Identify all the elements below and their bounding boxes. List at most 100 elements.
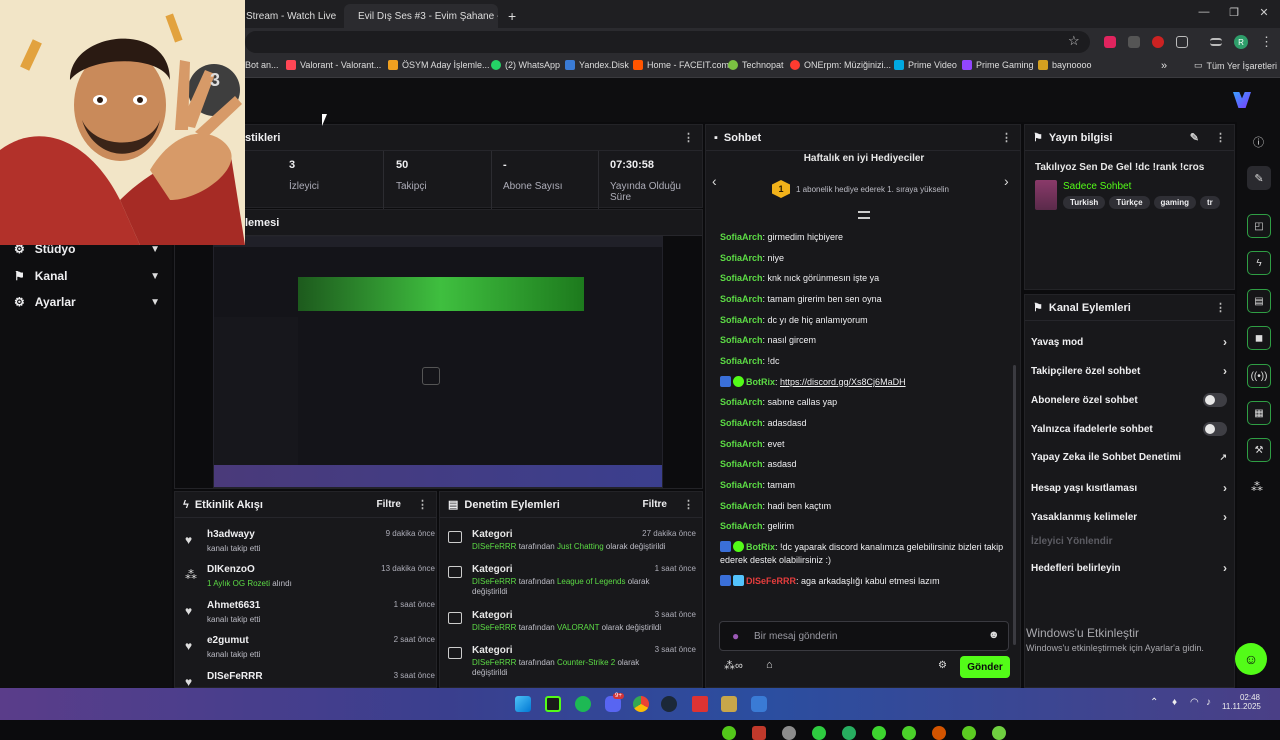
chevron-left-icon[interactable]: ‹	[712, 173, 717, 189]
event-user[interactable]: h3adwayy	[207, 529, 255, 540]
kebab-icon[interactable]: ⋮	[683, 498, 694, 511]
kebab-icon[interactable]: ⋮	[1215, 301, 1226, 314]
emote-icon[interactable]	[782, 726, 796, 740]
event-user[interactable]: DIKenzoO	[207, 564, 255, 575]
help-chat-button[interactable]: ☺	[1235, 643, 1267, 675]
bookmark-item[interactable]: Prime Video	[894, 60, 957, 70]
emote-icon[interactable]	[842, 726, 856, 740]
logo-icon[interactable]	[1233, 92, 1251, 108]
event-user[interactable]: Ahmet6631	[207, 600, 260, 611]
maximize-icon[interactable]: ❐	[1224, 6, 1244, 19]
browser-tab-active[interactable]: Evil Dış Ses #3 - Evim Şahane - ✕	[344, 4, 498, 28]
bookmark-item[interactable]: ONErpm: Müziğinizi...	[790, 60, 891, 70]
wrench-icon[interactable]: ⚒	[1247, 438, 1271, 462]
category-thumbnail[interactable]	[1035, 180, 1057, 210]
setting-slow-mode[interactable]: Yavaş mod ›	[1031, 335, 1227, 349]
event-user[interactable]: DISeFeRRR	[207, 671, 263, 682]
bookmark-item[interactable]: Yandex.Disk	[565, 60, 629, 70]
stream-preview-video[interactable]	[213, 236, 663, 488]
setting-banned-words[interactable]: Yasaklanmış kelimeler ›	[1031, 510, 1227, 524]
chat-username[interactable]: BotRix	[746, 542, 775, 552]
action-user[interactable]: DISeFeRRR	[472, 658, 516, 667]
bookmark-item[interactable]: Home - FACEIT.com	[633, 60, 729, 70]
lightning-icon[interactable]: ϟ	[1247, 251, 1271, 275]
media-icon[interactable]	[1210, 38, 1222, 46]
bookmark-item[interactable]: (2) WhatsApp	[491, 60, 560, 70]
new-tab-button[interactable]: +	[500, 4, 524, 28]
setting-goals[interactable]: Hedefleri belirleyin ›	[1031, 561, 1227, 575]
chat-username[interactable]: SofiaArch	[720, 294, 763, 304]
pencil-icon[interactable]: ✎	[1247, 166, 1271, 190]
chat-username[interactable]: SofiaArch	[720, 501, 763, 511]
bookmark-item[interactable]: Technopat	[728, 60, 784, 70]
emote-icon[interactable]	[962, 726, 976, 740]
sidebar-item-channel[interactable]: ⚑ Kanal ▼	[14, 269, 160, 283]
action-user[interactable]: DISeFeRRR	[472, 577, 516, 586]
windows-start-icon[interactable]	[515, 696, 531, 712]
chat-username[interactable]: BotRix	[746, 377, 775, 387]
bookmark-item[interactable]: Prime Gaming	[962, 60, 1034, 70]
chat-link[interactable]: https://discord.gg/Xs8Cj6MaDH	[780, 377, 906, 387]
setting-account-age[interactable]: Hesap yaşı kısıtlaması ›	[1031, 481, 1227, 495]
extension-icon[interactable]	[1128, 36, 1140, 48]
sidebar-item-settings[interactable]: ⚙ Ayarlar ▼	[14, 295, 160, 309]
kebab-icon[interactable]: ⋮	[1215, 131, 1226, 144]
tag[interactable]: gaming	[1153, 196, 1196, 209]
emote-icon[interactable]	[752, 726, 766, 740]
layout-icon[interactable]: ▦	[1247, 401, 1271, 425]
emote-icon[interactable]	[992, 726, 1006, 740]
action-user[interactable]: DISeFeRRR	[472, 542, 516, 551]
avatar[interactable]: R	[1234, 35, 1248, 49]
lol-icon[interactable]	[721, 696, 737, 712]
chevron-up-icon[interactable]: ⌃	[1150, 697, 1158, 708]
all-bookmarks-button[interactable]: ▭ Tüm Yer İşaretleri	[1194, 60, 1277, 71]
chat-username[interactable]: SofiaArch	[720, 480, 763, 490]
clip-icon[interactable]: ◰	[1247, 214, 1271, 238]
event-user[interactable]: e2gumut	[207, 635, 249, 646]
bookmark-item[interactable]: ÖSYM Aday İşlemle...	[388, 60, 490, 70]
chat-username[interactable]: SofiaArch	[720, 253, 763, 263]
chat-username[interactable]: SofiaArch	[720, 418, 763, 428]
badges-icon[interactable]: ⁂∞	[724, 659, 743, 672]
chat-username[interactable]: SofiaArch	[720, 439, 763, 449]
setting-followers-only[interactable]: Takipçilere özel sohbet ›	[1031, 364, 1227, 378]
send-button[interactable]: Gönder	[960, 656, 1010, 678]
chat-bubble-icon[interactable]: ◼	[1247, 326, 1271, 350]
badges-icon[interactable]: ⁂	[1251, 480, 1263, 494]
spotify-icon[interactable]	[575, 696, 591, 712]
chat-username[interactable]: SofiaArch	[720, 232, 763, 242]
emote-icon[interactable]	[902, 726, 916, 740]
kick-app-icon[interactable]	[545, 696, 561, 712]
microphone-icon[interactable]: ●	[732, 629, 739, 643]
tag[interactable]: Türkçe	[1109, 196, 1150, 209]
microphone-icon[interactable]: ♦	[1172, 697, 1177, 708]
bookmark-item[interactable]: Valorant - Valorant...	[286, 60, 381, 70]
extension-icon[interactable]	[1152, 36, 1164, 48]
broadcast-icon[interactable]: ((•))	[1247, 364, 1271, 388]
chat-username[interactable]: DISeFeRRR	[746, 576, 796, 586]
valorant-icon[interactable]	[692, 696, 708, 712]
close-window-icon[interactable]: ✕	[1254, 6, 1274, 19]
action-user[interactable]: DISeFeRRR	[472, 623, 516, 632]
pencil-icon[interactable]: ✎	[1190, 131, 1199, 144]
chevron-right-icon[interactable]: ›	[1004, 173, 1009, 189]
toggle-switch[interactable]	[1203, 422, 1227, 436]
chat-username[interactable]: SofiaArch	[720, 356, 763, 366]
store-icon[interactable]: ⌂	[766, 659, 773, 671]
chat-scrollbar[interactable]	[1013, 365, 1016, 645]
minimize-icon[interactable]: —	[1194, 6, 1214, 18]
chrome-icon[interactable]	[633, 696, 649, 712]
chat-username[interactable]: SofiaArch	[720, 273, 763, 283]
chat-username[interactable]: SofiaArch	[720, 521, 763, 531]
more-bookmarks-button[interactable]: »	[1161, 60, 1167, 72]
stream-category[interactable]: Sadece Sohbet	[1063, 181, 1131, 192]
chat-username[interactable]: SofiaArch	[720, 335, 763, 345]
setting-ai-moderation[interactable]: Yapay Zeka ile Sohbet Denetimi ↗	[1031, 452, 1227, 463]
extension-icon[interactable]	[1104, 36, 1116, 48]
app-icon[interactable]	[751, 696, 767, 712]
steam-icon[interactable]	[661, 696, 677, 712]
kebab-icon[interactable]: ⋮	[683, 131, 694, 144]
chat-username[interactable]: SofiaArch	[720, 315, 763, 325]
wifi-icon[interactable]: ◠	[1190, 697, 1199, 708]
bookmark-item[interactable]: baynoooo	[1038, 60, 1092, 70]
